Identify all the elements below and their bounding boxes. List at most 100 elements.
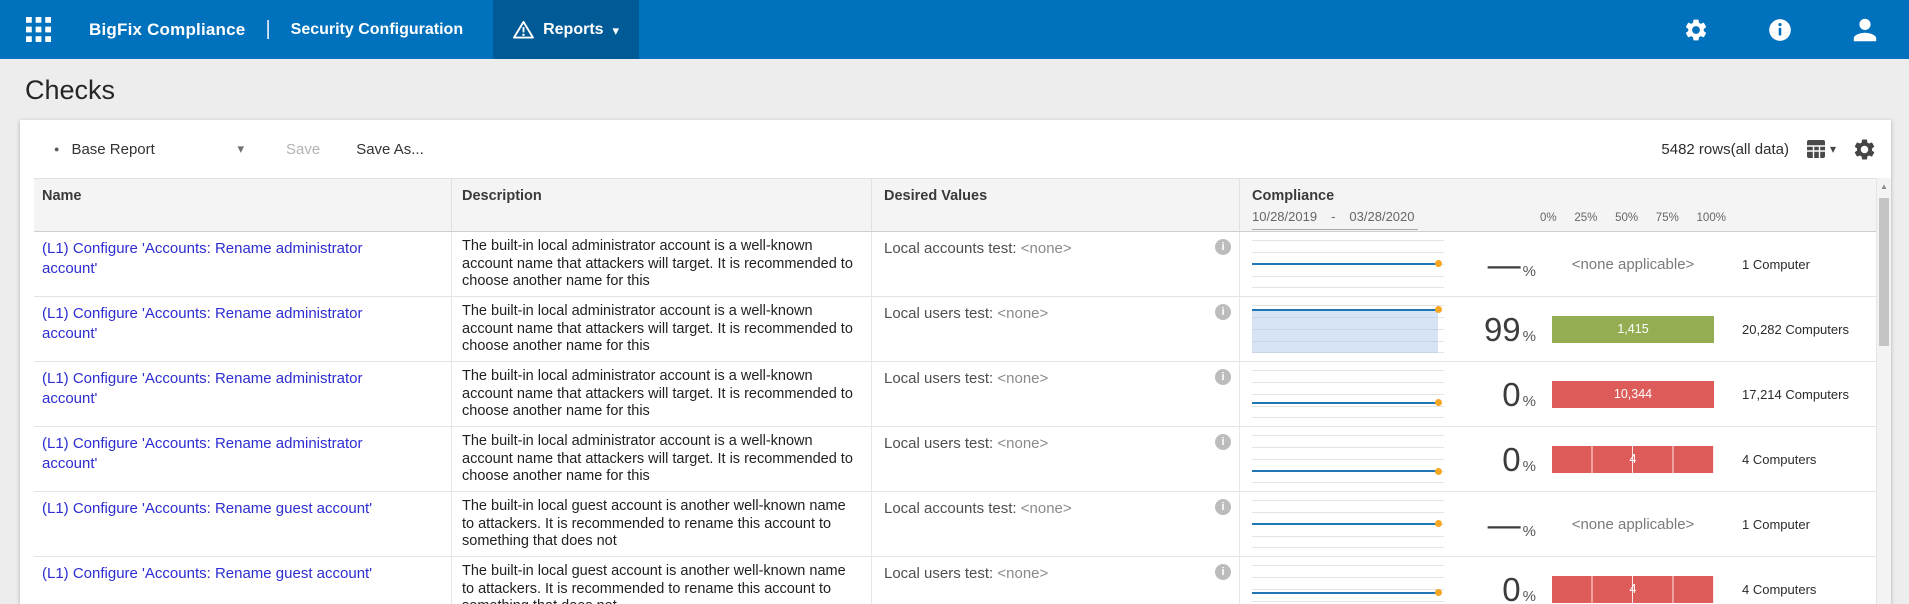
compliance-percent: 0 % [1462, 362, 1552, 426]
compliance-percent-value: 0 [1502, 378, 1520, 411]
gear-icon [1683, 17, 1709, 43]
compliance-history-sparkline[interactable] [1240, 557, 1462, 604]
desired-values-value: <none> [997, 565, 1048, 582]
results-bar-cell: <none applicable> [1552, 492, 1742, 556]
check-name-link[interactable]: (L1) Configure 'Accounts: Rename adminis… [42, 239, 387, 280]
save-as-button[interactable]: Save As... [356, 141, 424, 158]
check-name-link[interactable]: (L1) Configure 'Accounts: Rename adminis… [42, 304, 387, 345]
info-icon[interactable]: i [1215, 239, 1231, 255]
column-header-computers [1742, 179, 1876, 231]
compliance-percent: — % [1462, 232, 1552, 296]
compliance-history-sparkline[interactable] [1240, 297, 1462, 361]
chevron-down-icon: ▾ [1830, 142, 1836, 156]
desired-values-label: Local users test: [884, 435, 993, 452]
results-bar[interactable]: 1,415 [1552, 316, 1714, 343]
check-name-cell: (L1) Configure 'Accounts: Rename adminis… [34, 297, 452, 361]
desired-values-value: <none> [1021, 240, 1072, 257]
info-icon[interactable]: i [1215, 564, 1231, 580]
app-launcher-button[interactable] [26, 17, 51, 42]
sparkline-gridline [1252, 536, 1444, 537]
info-icon[interactable]: i [1215, 369, 1231, 385]
computer-count: 20,282 Computers [1742, 297, 1876, 361]
table-row: (L1) Configure 'Accounts: Rename guest a… [34, 557, 1876, 604]
sparkline-gridline [1252, 435, 1444, 436]
column-header-compliance[interactable]: Compliance 10/28/2019 - 03/28/2020 [1240, 179, 1462, 231]
column-header-percent [1462, 179, 1552, 231]
sparkline-gridline [1252, 252, 1444, 253]
check-name-cell: (L1) Configure 'Accounts: Rename adminis… [34, 232, 452, 296]
compliance-percent-value: — [1488, 248, 1521, 281]
nav-divider: | [265, 18, 270, 41]
top-nav: BigFix Compliance | Security Configurati… [0, 0, 1909, 59]
nav-reports-menu[interactable]: Reports ▾ [493, 0, 639, 59]
percent-sign: % [1523, 328, 1536, 345]
warning-triangle-icon [513, 20, 534, 39]
settings-gear-button[interactable] [1683, 17, 1709, 43]
compliance-history-sparkline[interactable] [1240, 232, 1462, 296]
axis-tick: 0% [1540, 212, 1557, 224]
check-name-link[interactable]: (L1) Configure 'Accounts: Rename guest a… [42, 499, 387, 519]
column-header-desired-values[interactable]: Desired Values [872, 179, 1240, 231]
sparkline-gridline [1252, 459, 1444, 460]
desired-values-cell: Local accounts test: <none> i [872, 492, 1240, 556]
export-button[interactable]: ▾ [1805, 138, 1836, 160]
results-bar[interactable]: 4 [1552, 576, 1714, 603]
chevron-down-icon: ▾ [237, 141, 244, 157]
sparkline-endpoint-dot [1435, 589, 1442, 596]
compliance-percent: 99 % [1462, 297, 1552, 361]
check-description: The built-in local guest account is anot… [452, 492, 872, 556]
info-icon[interactable]: i [1215, 434, 1231, 450]
report-selector[interactable]: ● Base Report ▾ [54, 141, 244, 158]
percent-sign: % [1523, 523, 1536, 540]
check-name-link[interactable]: (L1) Configure 'Accounts: Rename adminis… [42, 434, 387, 475]
sparkline-gridline [1252, 512, 1444, 513]
save-button[interactable]: Save [286, 141, 320, 158]
sparkline-line [1252, 263, 1438, 265]
sparkline-gridline [1252, 447, 1444, 448]
compliance-percent-value: — [1488, 508, 1521, 541]
check-description: The built-in local administrator account… [452, 297, 872, 361]
check-description: The built-in local guest account is anot… [452, 557, 872, 604]
check-name-cell: (L1) Configure 'Accounts: Rename guest a… [34, 492, 452, 556]
check-name-cell: (L1) Configure 'Accounts: Rename adminis… [34, 362, 452, 426]
sparkline-gridline [1252, 240, 1444, 241]
compliance-history-sparkline[interactable] [1240, 492, 1462, 556]
user-profile-button[interactable] [1851, 16, 1879, 44]
check-description: The built-in local administrator account… [452, 232, 872, 296]
sparkline-gridline [1252, 370, 1444, 371]
compliance-percent-value: 0 [1502, 443, 1520, 476]
sparkline-endpoint-dot [1435, 468, 1442, 475]
vertical-scrollbar[interactable]: ▲ [1876, 178, 1891, 604]
sparkline-endpoint-dot [1435, 260, 1442, 267]
results-bar[interactable]: 4 [1552, 446, 1714, 473]
nav-section-title[interactable]: Security Configuration [291, 21, 463, 39]
compliance-history-sparkline[interactable] [1240, 362, 1462, 426]
date-separator: - [1331, 209, 1335, 224]
check-name-link[interactable]: (L1) Configure 'Accounts: Rename adminis… [42, 369, 387, 410]
compliance-date-range[interactable]: 10/28/2019 - 03/28/2020 [1252, 209, 1418, 230]
computer-count: 1 Computer [1742, 492, 1876, 556]
table-body: (L1) Configure 'Accounts: Rename adminis… [20, 232, 1891, 604]
results-bar[interactable]: 10,344 [1552, 381, 1714, 408]
table-row: (L1) Configure 'Accounts: Rename adminis… [34, 232, 1876, 297]
sparkline-area [1252, 311, 1438, 353]
sparkline-gridline [1252, 601, 1444, 602]
apps-grid-icon [26, 17, 51, 42]
scrollbar-thumb[interactable] [1879, 198, 1889, 346]
nav-reports-label: Reports [543, 21, 603, 39]
scroll-up-button[interactable]: ▲ [1877, 178, 1891, 194]
info-icon[interactable]: i [1215, 499, 1231, 515]
column-header-description[interactable]: Description [452, 179, 872, 231]
compliance-percent: 0 % [1462, 557, 1552, 604]
info-icon[interactable]: i [1215, 304, 1231, 320]
desired-values-cell: Local users test: <none> i [872, 557, 1240, 604]
info-button[interactable] [1767, 17, 1793, 43]
sparkline-endpoint-dot [1435, 306, 1442, 313]
table-settings-gear-button[interactable] [1852, 137, 1877, 162]
compliance-history-sparkline[interactable] [1240, 427, 1462, 491]
desired-values-label: Local accounts test: [884, 500, 1017, 517]
check-name-link[interactable]: (L1) Configure 'Accounts: Rename guest a… [42, 564, 387, 584]
column-header-name[interactable]: Name [34, 179, 452, 231]
desired-values-label: Local accounts test: [884, 240, 1017, 257]
person-icon [1851, 16, 1879, 44]
